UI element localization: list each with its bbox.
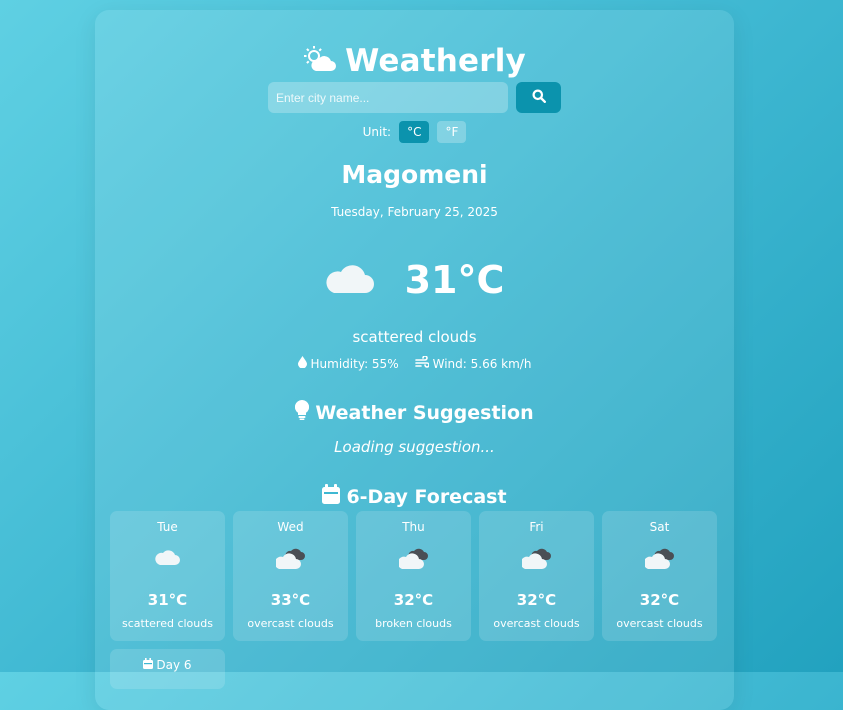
forecast-temp: 33°C bbox=[270, 591, 311, 609]
fahrenheit-button[interactable]: °F bbox=[437, 121, 467, 143]
unit-label: Unit: bbox=[362, 125, 392, 139]
forecast-card: Wed 33°C overcast clouds bbox=[233, 511, 348, 641]
wind-icon bbox=[414, 355, 430, 371]
suggestion-heading: Weather Suggestion bbox=[95, 399, 734, 425]
celsius-button[interactable]: °C bbox=[399, 121, 430, 143]
current-weather: 31°C bbox=[95, 250, 734, 310]
lightbulb-icon bbox=[295, 399, 310, 425]
forecast-card: Fri 32°C overcast clouds bbox=[479, 511, 594, 641]
forecast-desc: overcast clouds bbox=[616, 617, 703, 630]
forecast-desc: broken clouds bbox=[375, 617, 452, 630]
app-title: Weatherly bbox=[345, 43, 526, 79]
overcast-cloud-icon bbox=[479, 548, 594, 570]
forecast-title: 6-Day Forecast bbox=[346, 485, 507, 508]
forecast-desc: overcast clouds bbox=[493, 617, 580, 630]
search-button[interactable] bbox=[516, 82, 561, 113]
brand-header: Weatherly bbox=[95, 40, 734, 82]
forecast-card: Sat 32°C overcast clouds bbox=[602, 511, 717, 641]
cloud-icon bbox=[325, 261, 375, 299]
search-bar bbox=[95, 82, 734, 113]
city-name: Magomeni bbox=[341, 160, 488, 189]
unit-toggle: Unit: °C °F bbox=[95, 121, 734, 143]
search-icon bbox=[532, 89, 546, 106]
forecast-temp: 31°C bbox=[147, 591, 188, 609]
humidity-text: Humidity: 55% bbox=[310, 356, 399, 371]
forecast-temp: 32°C bbox=[516, 591, 557, 609]
forecast-card: Thu 32°C broken clouds bbox=[356, 511, 471, 641]
sun-cloud-icon bbox=[303, 45, 337, 77]
forecast-day: Fri bbox=[529, 520, 544, 534]
forecast-day: Day 6 bbox=[156, 658, 192, 672]
forecast-day: Wed bbox=[277, 520, 304, 534]
forecast-heading: 6-Day Forecast bbox=[95, 484, 734, 509]
forecast-desc: overcast clouds bbox=[247, 617, 334, 630]
city-search-input[interactable] bbox=[268, 82, 508, 113]
wind-text: Wind: 5.66 km/h bbox=[432, 356, 532, 371]
droplet-icon bbox=[297, 356, 307, 371]
weather-description: scattered clouds bbox=[352, 328, 477, 346]
current-temperature: 31°C bbox=[404, 258, 505, 302]
forecast-day: Thu bbox=[402, 520, 425, 534]
forecast-day: Tue bbox=[157, 520, 178, 534]
forecast-desc: scattered clouds bbox=[122, 617, 213, 630]
overcast-cloud-icon bbox=[233, 548, 348, 570]
forecast-card: Day 6 bbox=[110, 649, 225, 689]
forecast-card: Tue 31°C scattered clouds bbox=[110, 511, 225, 641]
weather-details: Humidity: 55% Wind: 5.66 km/h bbox=[95, 355, 734, 371]
forecast-temp: 32°C bbox=[393, 591, 434, 609]
wind-info: Wind: 5.66 km/h bbox=[414, 355, 532, 371]
humidity-info: Humidity: 55% bbox=[297, 356, 399, 371]
calendar-icon bbox=[322, 484, 341, 509]
suggestion-text: Loading suggestion... bbox=[334, 438, 495, 456]
suggestion-title: Weather Suggestion bbox=[315, 401, 534, 424]
overcast-cloud-icon bbox=[602, 548, 717, 570]
forecast-day-header: Day 6 bbox=[110, 658, 225, 672]
overcast-cloud-icon bbox=[356, 548, 471, 570]
current-date: Tuesday, February 25, 2025 bbox=[331, 205, 498, 219]
forecast-grid: Tue 31°C scattered clouds Wed 33°C overc… bbox=[110, 511, 720, 689]
forecast-day: Sat bbox=[649, 520, 670, 534]
forecast-temp: 32°C bbox=[639, 591, 680, 609]
calendar-icon bbox=[143, 658, 154, 672]
cloud-icon bbox=[110, 548, 225, 566]
